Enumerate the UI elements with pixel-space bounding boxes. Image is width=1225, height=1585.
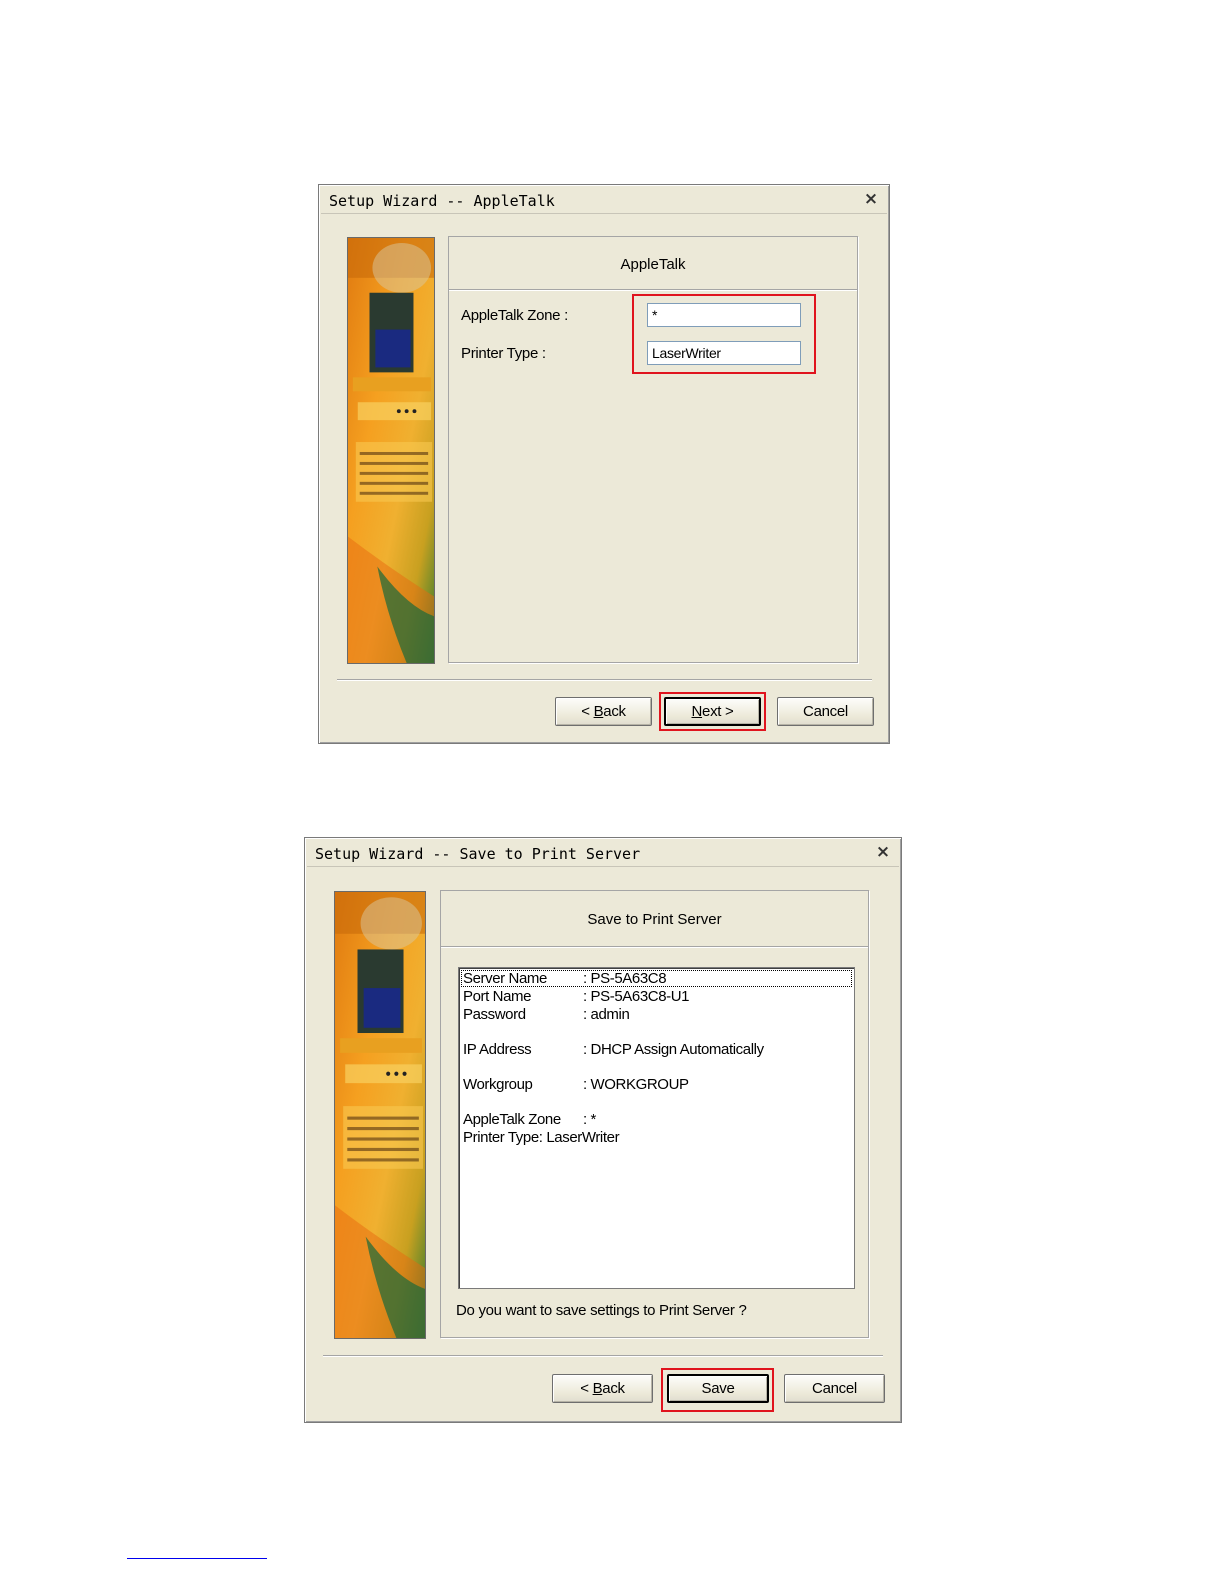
item-key: Port Name: [463, 988, 532, 1005]
item-key: Printer Type: LaserWriter: [463, 1129, 620, 1146]
item-key: AppleTalk Zone: [463, 1111, 561, 1128]
cancel-label: Cancel: [803, 703, 848, 720]
back-accel: B: [592, 1380, 603, 1397]
item-key: Password: [463, 1006, 526, 1023]
back-suffix: ack: [603, 703, 626, 720]
next-highlight-box: [659, 692, 766, 731]
dialog-title: Setup Wizard -- AppleTalk: [329, 192, 555, 210]
content-panel: AppleTalk AppleTalk Zone : Printer Type …: [448, 236, 858, 663]
close-icon[interactable]: ×: [861, 189, 881, 209]
dialog-title: Setup Wizard -- Save to Print Server: [315, 845, 641, 863]
panel-heading: Save to Print Server: [441, 891, 868, 947]
back-prefix: <: [580, 1380, 593, 1397]
fields-highlight-box: [632, 294, 816, 374]
close-icon[interactable]: ×: [873, 842, 893, 862]
item-value: : PS-5A63C8-U1: [583, 988, 690, 1005]
button-separator: [323, 1355, 883, 1357]
item-key: Workgroup: [463, 1076, 533, 1093]
panel-heading: AppleTalk: [449, 237, 857, 290]
back-suffix: ack: [602, 1380, 625, 1397]
wizard-banner-image: [334, 891, 426, 1339]
back-button[interactable]: < Back: [552, 1374, 653, 1403]
wizard-banner-image: [347, 237, 435, 664]
title-bar: Setup Wizard -- Save to Print Server ×: [307, 840, 899, 867]
title-bar: Setup Wizard -- AppleTalk ×: [321, 187, 887, 214]
settings-summary-list[interactable]: Server Name : PS-5A63C8 Port Name : PS-5…: [458, 967, 855, 1289]
item-value: : admin: [583, 1006, 630, 1023]
item-value: : *: [583, 1111, 596, 1128]
content-panel: Save to Print Server Server Name : PS-5A…: [440, 890, 869, 1338]
button-separator: [337, 679, 872, 681]
footnote-rule: [127, 1558, 267, 1559]
apple-talk-zone-label: AppleTalk Zone :: [461, 307, 568, 324]
item-key: Server Name: [463, 970, 547, 987]
save-question-text: Do you want to save settings to Print Se…: [456, 1302, 747, 1319]
cancel-button[interactable]: Cancel: [777, 697, 874, 726]
back-accel: B: [593, 703, 604, 720]
back-prefix: <: [581, 703, 594, 720]
item-value: : DHCP Assign Automatically: [583, 1041, 764, 1058]
item-value: : PS-5A63C8: [583, 970, 667, 987]
back-button[interactable]: < Back: [555, 697, 652, 726]
save-to-print-server-dialog: Setup Wizard -- Save to Print Server × S…: [304, 837, 902, 1423]
heading-text: AppleTalk: [620, 256, 686, 273]
item-value: : WORKGROUP: [583, 1076, 689, 1093]
heading-text: Save to Print Server: [587, 911, 722, 928]
apple-talk-dialog: Setup Wizard -- AppleTalk × AppleTalk Ap…: [318, 184, 890, 744]
save-highlight-box: [661, 1368, 774, 1412]
cancel-button[interactable]: Cancel: [784, 1374, 885, 1403]
item-key: IP Address: [463, 1041, 532, 1058]
printer-type-label: Printer Type :: [461, 345, 546, 362]
cancel-label: Cancel: [812, 1380, 857, 1397]
